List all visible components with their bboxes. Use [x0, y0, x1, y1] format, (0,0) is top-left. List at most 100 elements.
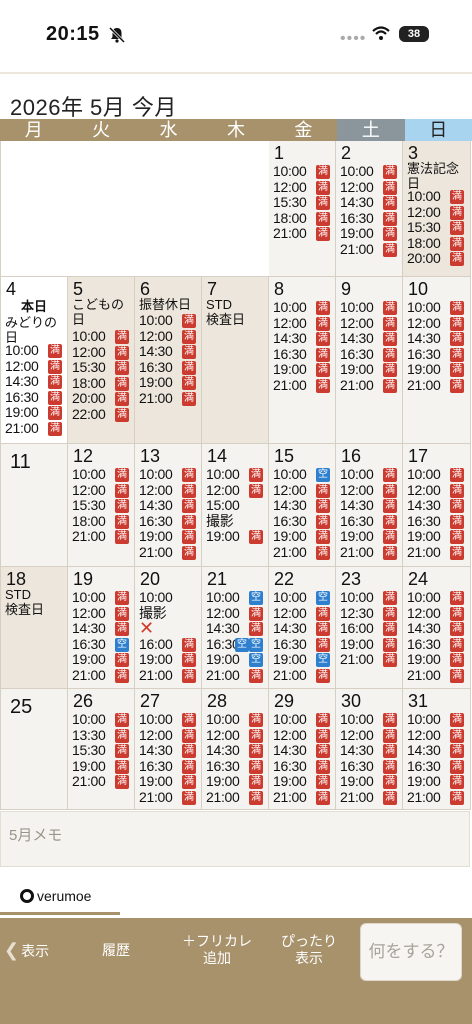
time-slot[interactable]: 12:00 満: [5, 358, 62, 375]
time-slot[interactable]: 14:30 満: [407, 497, 464, 514]
time-slot[interactable]: 21:00 満: [340, 377, 397, 394]
history-button[interactable]: 履歴: [102, 942, 130, 959]
time-slot[interactable]: 21:00 満: [139, 544, 196, 561]
time-slot[interactable]: 14:30 満: [340, 194, 397, 211]
time-slot[interactable]: 10:00 満: [407, 466, 464, 483]
time-slot[interactable]: 10:00 満: [72, 711, 129, 728]
day-cell-20[interactable]: 20 10:00 撮影 ✕ 16:00 満 19:00 満 21:00 満: [135, 567, 202, 689]
time-slot[interactable]: 21:00 満: [206, 789, 263, 806]
time-slot[interactable]: 10:00 満: [340, 589, 397, 606]
time-slot[interactable]: 21:00 満: [340, 241, 397, 258]
time-slot[interactable]: 19:00 満: [206, 774, 263, 790]
time-slot[interactable]: 16:30 満: [273, 513, 330, 530]
day-cell-15[interactable]: 15 10:00 空 12:00 満 14:30 満 16:30 満 19:00 満 21:00 満: [269, 444, 336, 567]
time-slot[interactable]: 14:30 満: [5, 373, 62, 390]
day-cell-10[interactable]: 10 10:00 満 12:00 満 14:30 満 16:30 満 19:00 満 21:00 満: [403, 277, 471, 444]
time-slot[interactable]: 10:00 満: [139, 466, 196, 483]
day-cell-19[interactable]: 19 10:00 満 12:00 満 14:30 満 16:30 空 19:00 満 21:00 満: [68, 567, 135, 689]
time-slot[interactable]: 14:30 満: [273, 742, 330, 759]
time-slot[interactable]: 21:00 満: [72, 529, 129, 545]
day-cell-2[interactable]: 2 10:00 満 12:00 満 14:30 満 16:30 満 19:00 満 21:00 満: [336, 141, 403, 277]
day-cell-7[interactable]: 7 STD 検査日: [202, 277, 269, 444]
time-slot[interactable]: 19:00 満: [139, 652, 196, 668]
time-slot[interactable]: 19:00 満: [72, 758, 129, 775]
time-slot[interactable]: 12:00 満: [407, 605, 464, 622]
time-slot[interactable]: 10:00 空: [273, 466, 330, 483]
time-slot[interactable]: 12:00 満: [206, 727, 263, 744]
time-slot[interactable]: 21:00 満: [273, 226, 330, 242]
time-slot[interactable]: 16:30 空空: [206, 636, 263, 653]
time-slot[interactable]: 12:00 満: [139, 727, 196, 744]
time-slot[interactable]: 21:00 満: [407, 789, 464, 806]
time-slot[interactable]: 14:30 満: [340, 742, 397, 759]
time-slot[interactable]: 16:30 満: [340, 758, 397, 775]
time-slot[interactable]: 19:00 満: [340, 226, 397, 242]
time-slot[interactable]: 12:00 満: [273, 605, 330, 622]
time-slot[interactable]: ✕: [139, 619, 173, 637]
time-slot[interactable]: 16:30 満: [407, 346, 464, 363]
day-cell-13[interactable]: 13 10:00 満 12:00 満 14:30 満 16:30 満 19:00 満 21:00 満: [135, 444, 202, 567]
time-slot[interactable]: 16:30 満: [340, 513, 397, 530]
day-cell-23[interactable]: 23 10:00 満 12:30 満 16:00 満 19:00 満 21:00 満: [336, 567, 403, 689]
time-slot[interactable]: 12:00 満: [72, 344, 129, 361]
time-slot[interactable]: 14:30 満: [72, 620, 129, 637]
time-slot[interactable]: 16:00 満: [340, 620, 397, 637]
time-slot[interactable]: 16:30 満: [273, 636, 330, 653]
time-slot[interactable]: 16:30 満: [139, 758, 196, 775]
time-slot[interactable]: 12:00 満: [407, 482, 464, 499]
time-slot[interactable]: 10:00 空: [206, 589, 263, 606]
time-slot[interactable]: 21:00 満: [273, 377, 330, 394]
time-slot[interactable]: 15:30 満: [72, 497, 129, 514]
time-slot[interactable]: 14:30 満: [273, 620, 330, 637]
time-slot[interactable]: 19:00 満: [340, 636, 397, 653]
day-cell-17[interactable]: 17 10:00 満 12:00 満 14:30 満 16:30 満 19:00 満 21:00 満: [403, 444, 471, 567]
time-slot[interactable]: 21:00 満: [340, 544, 397, 561]
time-slot[interactable]: 14:30 満: [206, 742, 263, 759]
time-slot[interactable]: 15:30 満: [407, 219, 464, 236]
day-cell-18[interactable]: 18 STD 検査日: [1, 567, 68, 689]
day-cell-9[interactable]: 9 10:00 満 12:00 満 14:30 満 16:30 満 19:00 満 21:00 満: [336, 277, 403, 444]
time-slot[interactable]: 12:00 満: [206, 605, 263, 622]
time-slot[interactable]: 14:30 満: [273, 330, 330, 347]
day-cell-1[interactable]: 1 10:00 満 12:00 満 15:30 満 18:00 満 21:00 満: [269, 141, 336, 277]
time-slot[interactable]: 14:30 満: [206, 620, 263, 637]
time-slot[interactable]: 19:00 満: [407, 652, 464, 668]
time-slot[interactable]: 19:00 満: [273, 362, 330, 378]
time-slot[interactable]: 19:00 満: [407, 529, 464, 545]
time-slot[interactable]: 14:30 満: [340, 330, 397, 347]
time-slot[interactable]: 15:00: [206, 497, 240, 514]
time-slot[interactable]: 10:00 満: [206, 711, 263, 728]
time-slot[interactable]: 14:30 満: [407, 742, 464, 759]
time-slot[interactable]: 21:00 満: [407, 544, 464, 561]
time-slot[interactable]: 20:00 満: [407, 251, 464, 267]
time-slot[interactable]: 19:00 満: [139, 529, 196, 545]
day-cell-14[interactable]: 14 10:00 満 12:00 満 15:00 撮影 19:00 満: [202, 444, 269, 567]
day-cell-28[interactable]: 28 10:00 満 12:00 満 14:30 満 16:30 満 19:00 満 21:00 満: [202, 689, 269, 810]
time-slot[interactable]: 21:00 満: [139, 789, 196, 806]
time-slot[interactable]: 13:30 満: [72, 727, 129, 744]
time-slot[interactable]: 10:00 満: [407, 299, 464, 316]
day-cell-26[interactable]: 26 10:00 満 13:30 満 15:30 満 19:00 満 21:00 満: [68, 689, 135, 810]
time-slot[interactable]: 14:30 満: [139, 742, 196, 759]
time-slot[interactable]: 14:30 満: [340, 497, 397, 514]
time-slot[interactable]: 16:30 空: [72, 636, 129, 653]
time-slot[interactable]: 16:30 満: [139, 359, 196, 376]
time-slot[interactable]: 12:00 満: [340, 727, 397, 744]
time-slot[interactable]: 10:00 満: [273, 299, 330, 316]
time-slot[interactable]: 15:30 満: [72, 742, 129, 759]
time-slot[interactable]: 14:30 満: [273, 497, 330, 514]
time-slot[interactable]: 撮影: [206, 513, 240, 530]
time-slot[interactable]: 14:30 満: [407, 330, 464, 347]
time-slot[interactable]: 21:00 満: [139, 390, 196, 407]
time-slot[interactable]: 21:00 満: [5, 420, 62, 437]
time-slot[interactable]: 19:00 満: [407, 774, 464, 790]
time-slot[interactable]: 21:00 満: [139, 667, 196, 684]
time-slot[interactable]: 10:00 満: [72, 328, 129, 345]
time-slot[interactable]: 19:00 満: [273, 774, 330, 790]
time-slot[interactable]: 16:30 満: [407, 636, 464, 653]
time-slot[interactable]: 16:30 満: [273, 758, 330, 775]
time-slot[interactable]: 10:00 満: [273, 711, 330, 728]
time-slot[interactable]: 12:00 満: [273, 482, 330, 499]
time-slot[interactable]: 19:00 満: [407, 362, 464, 378]
time-slot[interactable]: 16:30 満: [206, 758, 263, 775]
